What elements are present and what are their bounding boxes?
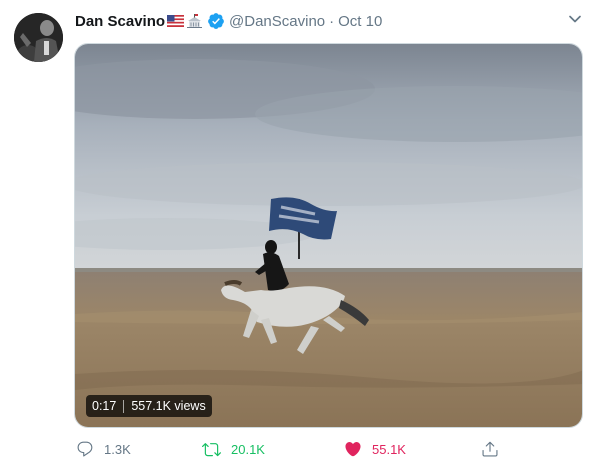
- retweet-icon: [202, 440, 221, 459]
- reply-button[interactable]: 1.3K: [76, 437, 131, 461]
- tweet[interactable]: Dan Scavino @DanScavino · Oct 10 0:17 55…: [0, 0, 598, 468]
- video-stats-badge: 0:17 557.1K views: [86, 395, 212, 417]
- video-duration: 0:17: [92, 399, 117, 413]
- badge-divider: [123, 399, 125, 413]
- author-name[interactable]: Dan Scavino: [75, 13, 165, 30]
- tweet-header: Dan Scavino @DanScavino · Oct 10: [75, 11, 382, 31]
- us-flag-emoji: [167, 15, 185, 27]
- white-house-emoji: [186, 13, 203, 29]
- reply-icon: [76, 440, 94, 458]
- reply-count: 1.3K: [104, 441, 131, 457]
- like-button[interactable]: 55.1K: [344, 437, 406, 461]
- retweet-count: 20.1K: [231, 441, 265, 457]
- author-handle[interactable]: @DanScavino: [229, 13, 325, 30]
- separator-dot: ·: [329, 12, 335, 30]
- video-frame: [75, 44, 582, 427]
- like-count: 55.1K: [372, 441, 406, 457]
- video-views: 557.1K views: [131, 399, 206, 413]
- heart-icon: [344, 440, 362, 458]
- avatar-photo: [14, 13, 63, 62]
- share-icon: [481, 440, 499, 458]
- chevron-down-icon[interactable]: [566, 10, 584, 28]
- share-button[interactable]: [481, 437, 499, 461]
- video-player[interactable]: 0:17 557.1K views: [74, 43, 583, 428]
- retweet-button[interactable]: 20.1K: [202, 437, 265, 461]
- avatar[interactable]: [14, 13, 63, 62]
- action-bar: 1.3K 20.1K 55.1K: [74, 437, 504, 461]
- tweet-date[interactable]: Oct 10: [338, 13, 382, 30]
- verified-badge-icon: [207, 12, 225, 30]
